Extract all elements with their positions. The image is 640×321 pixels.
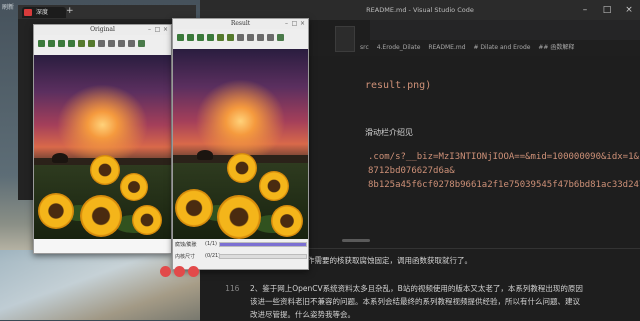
close-icon[interactable]: × bbox=[618, 0, 640, 20]
zoom-100-icon[interactable] bbox=[88, 40, 95, 47]
pan-left-icon[interactable] bbox=[38, 40, 45, 47]
code-line-url: .com/s?__biz=MzI3NTIONjIOOA==&mid=100000… bbox=[368, 152, 639, 162]
properties-icon[interactable] bbox=[277, 34, 284, 41]
original-window: Original – □ × bbox=[33, 24, 172, 254]
trackbar-value: (1/1) bbox=[205, 241, 217, 247]
pan-left-icon[interactable] bbox=[177, 34, 184, 41]
pan-right-icon[interactable] bbox=[48, 40, 55, 47]
zoom-in-icon[interactable] bbox=[247, 34, 254, 41]
breadcrumb-item[interactable]: # Dilate and Erode bbox=[473, 44, 530, 51]
pan-up-icon[interactable] bbox=[197, 34, 204, 41]
code-line-note: 除操作需要的核获取腐蚀固定，调用函数获取就行了。 bbox=[292, 256, 472, 265]
breadcrumb-item[interactable]: src bbox=[360, 44, 369, 51]
maximize-icon[interactable]: □ bbox=[291, 20, 298, 27]
code-line-paragraph: 该进一些资料老旧不兼容的问题。本系列会结最终的系列教程视频提供经验，所以有什么问… bbox=[250, 297, 580, 306]
kernel-size-slider[interactable] bbox=[219, 254, 307, 259]
trackbar-panel: 腐蚀/膨胀 (1/1) 内核尺寸 (0/21) bbox=[173, 239, 308, 269]
record-icon[interactable] bbox=[188, 266, 199, 277]
vscode-title: README.md - Visual Studio Code bbox=[366, 6, 474, 14]
erode-dilate-slider[interactable] bbox=[219, 242, 307, 247]
trackbar-label: 腐蚀/膨胀 bbox=[175, 242, 197, 248]
status-bar bbox=[34, 239, 171, 253]
record-icon[interactable] bbox=[174, 266, 185, 277]
desktop-label: 刷新 bbox=[2, 4, 15, 11]
breadcrumb-item[interactable]: 4.Erode_Dilate bbox=[377, 44, 421, 51]
code-line-heading: 滑动栏介绍见 bbox=[365, 128, 413, 137]
zoom-fit-icon[interactable] bbox=[78, 40, 85, 47]
pan-up-icon[interactable] bbox=[58, 40, 65, 47]
scrollbar-thumb[interactable] bbox=[342, 239, 370, 242]
breadcrumb: src 4.Erode_Dilate README.md # Dilate an… bbox=[360, 42, 640, 54]
record-icon[interactable] bbox=[160, 266, 171, 277]
properties-icon[interactable] bbox=[138, 40, 145, 47]
zoom-out-icon[interactable] bbox=[118, 40, 125, 47]
maximize-icon[interactable]: □ bbox=[154, 26, 161, 33]
code-line-url: 8b125a45f6cf0278b9661a2f1e75039545f47b6b… bbox=[368, 180, 640, 190]
result-image bbox=[173, 49, 308, 239]
original-image bbox=[34, 55, 171, 239]
result-titlebar: Result – □ × bbox=[173, 19, 308, 29]
zoom-in-icon[interactable] bbox=[108, 40, 115, 47]
save-icon[interactable] bbox=[267, 34, 274, 41]
zoom-icon[interactable] bbox=[98, 40, 105, 47]
maximize-icon[interactable]: □ bbox=[596, 0, 618, 20]
minimize-icon[interactable]: – bbox=[283, 20, 290, 27]
breadcrumb-item[interactable]: ## 函数解释 bbox=[538, 44, 574, 51]
result-window: Result – □ × 腐蚀/膨胀 (1/1) 内核尺寸 (0/21) bbox=[172, 18, 309, 270]
floating-toolbar bbox=[150, 266, 200, 280]
original-titlebar: Original – □ × bbox=[34, 25, 171, 35]
code-line-image: result.png) bbox=[365, 80, 432, 91]
save-icon[interactable] bbox=[128, 40, 135, 47]
code-line-paragraph: 改进尽管提。什么姿势我等会。 bbox=[250, 310, 355, 319]
minimize-icon[interactable]: – bbox=[574, 0, 596, 20]
trackbar-label: 内核尺寸 bbox=[175, 254, 196, 260]
zoom-out-icon[interactable] bbox=[257, 34, 264, 41]
vscode-titlebar: README.md - Visual Studio Code – □ × bbox=[200, 0, 640, 20]
image-toolbar bbox=[173, 29, 308, 49]
pan-right-icon[interactable] bbox=[187, 34, 194, 41]
zoom-icon[interactable] bbox=[237, 34, 244, 41]
close-icon[interactable]: × bbox=[162, 26, 169, 33]
zoom-fit-icon[interactable] bbox=[217, 34, 224, 41]
pan-down-icon[interactable] bbox=[68, 40, 75, 47]
line-number: 116 bbox=[225, 284, 240, 293]
new-tab-button[interactable]: + bbox=[66, 6, 74, 16]
window-title: Original bbox=[90, 26, 115, 33]
zoom-100-icon[interactable] bbox=[227, 34, 234, 41]
image-toolbar bbox=[34, 35, 171, 55]
code-line-url: 8712bd076627d6a& bbox=[368, 166, 455, 176]
app-icon bbox=[24, 9, 32, 16]
close-icon[interactable]: × bbox=[299, 20, 306, 27]
window-title: Result bbox=[230, 20, 251, 27]
breadcrumb-item[interactable]: README.md bbox=[428, 44, 465, 51]
code-line-paragraph: 2、鉴于网上OpenCV系统资料太多且杂乱，B站的视频使用的版本又太老了，本系列… bbox=[250, 284, 583, 293]
pan-down-icon[interactable] bbox=[207, 34, 214, 41]
trackbar-value: (0/21) bbox=[205, 253, 221, 259]
tab-preview bbox=[335, 26, 355, 52]
slider-fill bbox=[220, 243, 306, 246]
minimize-icon[interactable]: – bbox=[146, 26, 153, 33]
